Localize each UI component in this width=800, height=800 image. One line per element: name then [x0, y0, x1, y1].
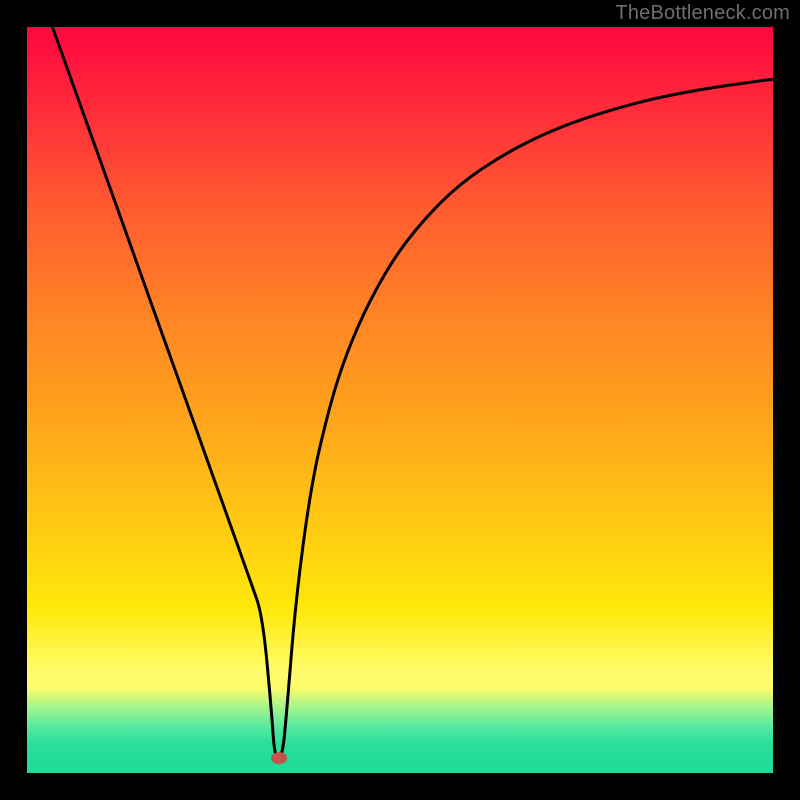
- minimum-marker: [271, 752, 287, 764]
- bottleneck-curve: [52, 27, 773, 758]
- plot-area: [27, 27, 773, 773]
- chart-svg: [27, 27, 773, 773]
- chart-frame: TheBottleneck.com: [0, 0, 800, 800]
- watermark-text: TheBottleneck.com: [615, 2, 790, 25]
